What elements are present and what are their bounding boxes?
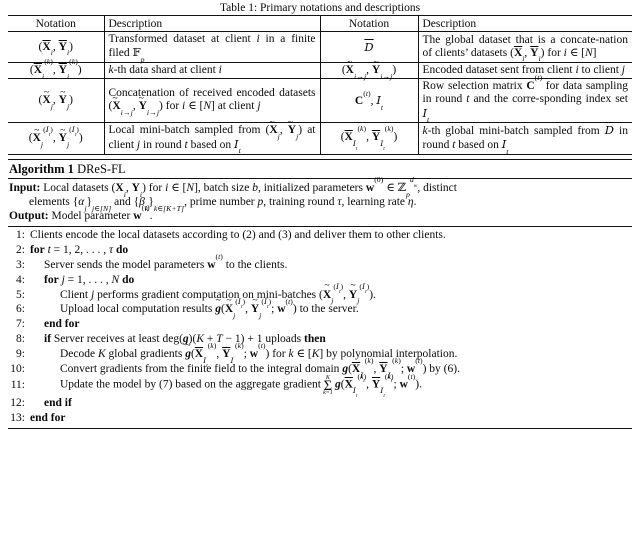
cell-description-right-2: Encoded dataset sent from client i to cl… bbox=[417, 61, 632, 79]
input-label: Input: bbox=[9, 182, 41, 195]
cell-notation-right-4: (XIt(k), YIt(k)) bbox=[319, 121, 418, 155]
algorithm-step: 11: Update the model by (7) based on the… bbox=[8, 371, 632, 400]
cell-description-left-4: Local mini-batch sampled from (~ Xj, ~ Yj)… bbox=[103, 118, 320, 155]
step-number: 6: bbox=[16, 303, 25, 316]
notations-table-wrap: Notation Description Notation Descriptio… bbox=[8, 15, 632, 155]
algorithm-step: 13: end for bbox=[8, 411, 632, 426]
step-text: Decode K global gradients ~ g(XIt(k), YIt… bbox=[60, 340, 458, 369]
step-number: 2: bbox=[16, 243, 25, 256]
notations-table: Notation Description Notation Descriptio… bbox=[8, 15, 632, 155]
cell-notation-left-3: (~ Xj, ~ Yj) bbox=[8, 77, 104, 123]
output-label: Output: bbox=[9, 209, 49, 222]
algorithm-step: 8: if Server receives at least deg(g)(K … bbox=[8, 332, 632, 347]
cell-notation-right-2: (~ Xi→j, ~ Yi→j) bbox=[319, 58, 418, 80]
cell-notation-left-2: (Xi(k), Yi(k)) bbox=[8, 58, 104, 80]
algorithm-step: 10: Convert gradients from the finite fi… bbox=[8, 356, 632, 384]
algorithm-block: Algorithm 1 DReS-FL Input: Local dataset… bbox=[8, 158, 632, 429]
algorithm-step: 6: Upload local computation results ~ g(~… bbox=[8, 296, 632, 319]
algorithm-title-prefix: Algorithm 1 bbox=[9, 161, 74, 176]
cell-description-right-3: Row selection matrix C(t) for data sampl… bbox=[417, 74, 632, 124]
step-number: 10: bbox=[10, 363, 25, 376]
step-text: Server sends the model parameters w(t) t… bbox=[44, 251, 288, 271]
step-text: if Server receives at least deg(g)(K + T… bbox=[44, 333, 326, 346]
step-text: Update the model by (7) based on the agg… bbox=[60, 371, 422, 400]
step-number: 5: bbox=[16, 288, 25, 301]
algorithm-step: 2: for t = 1, 2, . . . , τ do bbox=[8, 243, 632, 258]
cell-notation-right-3: C(t), It bbox=[319, 77, 418, 123]
step-text: Convert gradients from the finite field … bbox=[60, 356, 460, 384]
table-row: (~ Xj, ~ Yj) Concatenation of received enc… bbox=[8, 74, 632, 124]
table-row: (Xi, Yi) Transformed dataset at client i… bbox=[8, 31, 632, 63]
table-caption: Table 1: Primary notations and descripti… bbox=[219, 2, 421, 14]
algorithm-title-name: DReS-FL bbox=[77, 161, 126, 176]
step-number: 7: bbox=[16, 318, 25, 331]
algorithm-input-line: Input: Local datasets (Xi, Yi) for i ∈ [… bbox=[9, 175, 457, 199]
algorithm-step: 9: Decode K global gradients ~ g(XIt(k), … bbox=[8, 340, 632, 369]
step-text: Client j performs gradient computation o… bbox=[60, 280, 376, 305]
step-number: 13: bbox=[10, 411, 25, 424]
algorithm-step: 1: Clients encode the local datasets acc… bbox=[8, 228, 632, 243]
algorithm-step: 7: end for bbox=[8, 317, 632, 332]
column-header-notation-right: Notation bbox=[319, 15, 418, 32]
algorithm-input-line-2: elements {αj}j∈[N] and {βk}k∈[K+T], prim… bbox=[29, 196, 417, 213]
cell-notation-left-1: (Xi, Yi) bbox=[8, 31, 104, 63]
algorithm-io: Input: Local datasets (Xi, Yi) for i ∈ [… bbox=[8, 175, 632, 227]
cell-notation-right-1: D bbox=[319, 31, 418, 63]
cell-description-left-3: Concatenation of received encoded datase… bbox=[103, 77, 320, 123]
step-text: Clients encode the local datasets accord… bbox=[30, 228, 446, 241]
column-header-notation-left: Notation bbox=[8, 15, 104, 32]
page: Table 1: Primary notations and descripti… bbox=[0, 0, 640, 551]
cell-description-right-1: The global dataset that is a concate-nat… bbox=[417, 31, 632, 63]
table-row: (~ Xj(It), ~ Yj(It)) Local mini-batch samp… bbox=[8, 118, 632, 155]
table-header-row: Notation Description Notation Descriptio… bbox=[8, 15, 632, 32]
step-text: for t = 1, 2, . . . , τ do bbox=[30, 243, 129, 256]
cell-description-right-4: k-th global mini-batch sampled from D in… bbox=[417, 121, 632, 155]
step-number: 11: bbox=[10, 378, 25, 391]
step-number: 4: bbox=[16, 273, 25, 286]
step-number: 12: bbox=[10, 396, 25, 409]
algorithm-step: 5: Client j performs gradient computatio… bbox=[8, 280, 632, 305]
cell-description-left-1: Transformed dataset at client i in a fin… bbox=[103, 31, 320, 63]
step-text: end for bbox=[44, 318, 80, 331]
step-number: 9: bbox=[16, 348, 25, 361]
step-text: end for bbox=[30, 411, 66, 424]
step-number: 8: bbox=[16, 333, 25, 346]
step-number: 3: bbox=[16, 258, 25, 271]
algorithm-steps: 1: Clients encode the local datasets acc… bbox=[8, 227, 632, 429]
algorithm-step: 12: end if bbox=[8, 396, 632, 411]
cell-notation-left-4: (~ Xj(It), ~ Yj(It)) bbox=[8, 121, 104, 155]
algorithm-title: Algorithm 1 DReS-FL bbox=[8, 158, 632, 180]
column-header-description-right: Description bbox=[417, 15, 632, 32]
algorithm-step: 4: for j = 1, . . . , N do bbox=[8, 273, 632, 288]
algorithm-step: 3: Server sends the model parameters w(t… bbox=[8, 251, 632, 273]
column-header-description-left: Description bbox=[103, 15, 320, 32]
cell-description-left-2: k-th data shard at client i bbox=[103, 61, 320, 79]
step-number: 1: bbox=[16, 228, 25, 241]
